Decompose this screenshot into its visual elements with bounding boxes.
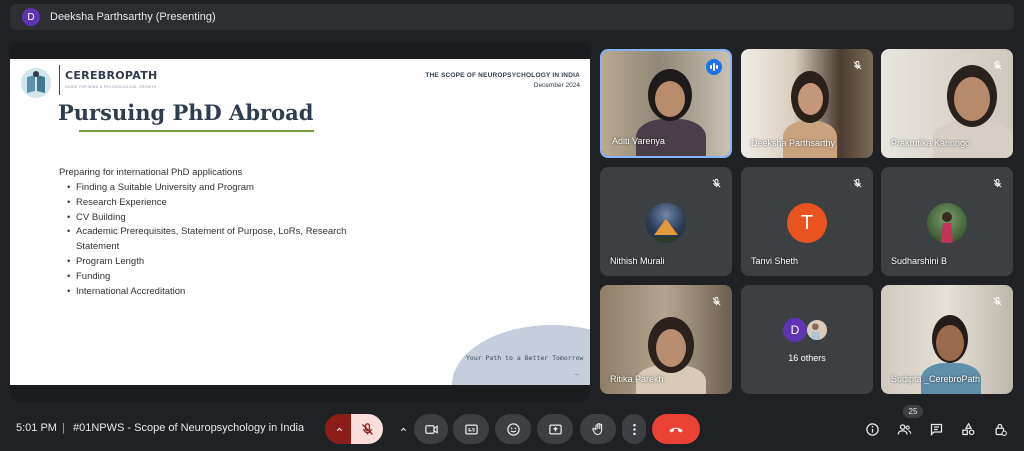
clock: 5:01 PM xyxy=(16,422,57,434)
participant-tile-nithish-murali[interactable]: Nithish Murali xyxy=(600,167,732,276)
activities-button[interactable] xyxy=(958,419,978,439)
title-underline xyxy=(79,130,314,132)
chat-icon xyxy=(930,423,942,436)
slide-bullet: CV Building xyxy=(67,211,387,226)
slide: CEREBROPATH GUIDE FOR MIND & PSYCHOLOGIC… xyxy=(10,59,590,385)
participant-tile-others[interactable]: D 16 others xyxy=(741,285,873,394)
slide-bullet: International Accreditation xyxy=(67,285,387,300)
mic-off-icon xyxy=(989,175,1005,191)
slide-title: Pursuing PhD Abroad xyxy=(58,100,314,125)
participant-name: Sudharshini B xyxy=(891,256,948,266)
avatar: D xyxy=(783,318,807,342)
slide-brand-subtitle: GUIDE FOR MIND & PSYCHOLOGICAL GROWTH xyxy=(65,85,157,89)
participant-name: Aditi Varenya xyxy=(612,136,665,146)
participant-name: Tanvi Sheth xyxy=(751,256,799,266)
people-count-badge: 25 xyxy=(903,405,923,418)
captions-button[interactable] xyxy=(453,414,489,444)
toolbar-separator: | xyxy=(62,422,65,434)
participant-name: Ritika Parekh xyxy=(610,374,664,384)
slide-topic: THE SCOPE OF NEUROPSYCHOLOGY IN INDIA xyxy=(425,72,580,79)
participant-tile-tanvi-sheth[interactable]: T Tanvi Sheth xyxy=(741,167,873,276)
more-vert-icon xyxy=(632,423,636,435)
chevron-up-icon xyxy=(336,427,342,431)
chevron-up-icon xyxy=(400,427,406,431)
mic-off-icon xyxy=(989,293,1005,309)
presentation-stage[interactable]: CEREBROPATH GUIDE FOR MIND & PSYCHOLOGIC… xyxy=(10,41,590,401)
slide-bullet: Finding a Suitable University and Progra… xyxy=(67,181,387,196)
slide-bullet-list: Finding a Suitable University and Progra… xyxy=(67,181,387,299)
participant-name: Deeksha Parthsarthy xyxy=(751,138,836,148)
people-icon xyxy=(897,423,911,435)
slide-bullet: Academic Prerequisites, Statement of Pur… xyxy=(67,225,387,255)
presenter-avatar: D xyxy=(22,8,40,26)
logo-divider xyxy=(59,65,60,95)
participant-tile-prakrutika-kanungo[interactable]: Prakrutika Kanungo xyxy=(881,49,1013,158)
cerebropath-logo-icon xyxy=(21,68,51,98)
slide-bullet: Funding xyxy=(67,270,387,285)
mic-off-icon xyxy=(849,57,865,73)
camera-toggle-button[interactable] xyxy=(414,414,448,444)
slide-footer-dots: ... xyxy=(574,371,580,377)
participant-tile-sudipta-cerebropath[interactable]: Sudipta _CerebroPath xyxy=(881,285,1013,394)
slide-brand: CEREBROPATH xyxy=(65,69,158,82)
host-controls-button[interactable] xyxy=(990,419,1010,439)
present-icon xyxy=(548,424,562,434)
people-button[interactable] xyxy=(894,419,914,439)
participant-name: Prakrutika Kanungo xyxy=(891,138,971,148)
reactions-button[interactable] xyxy=(495,414,531,444)
mic-toggle-button[interactable] xyxy=(351,414,383,444)
video-options-button[interactable] xyxy=(392,414,414,444)
avatar xyxy=(927,203,967,243)
captions-icon xyxy=(464,424,478,434)
audio-options-button[interactable] xyxy=(325,414,353,444)
mic-off-icon xyxy=(989,57,1005,73)
raise-hand-button[interactable] xyxy=(580,414,616,444)
avatar xyxy=(646,203,686,243)
more-options-button[interactable] xyxy=(622,414,646,444)
meeting-toolbar: 5:01 PM | #01NPWS - Scope of Neuropsycho… xyxy=(0,405,1024,451)
presenter-bar: D Deeksha Parthsarthy (Presenting) xyxy=(10,4,1014,30)
avatar: T xyxy=(787,203,827,243)
slide-bullet: Program Length xyxy=(67,255,387,270)
info-icon xyxy=(865,422,879,436)
participant-tile-ritika-parekh[interactable]: Ritika Parekh xyxy=(600,285,732,394)
end-call-icon xyxy=(669,427,683,433)
slide-tagline: Your Path to a Better Tomorrow xyxy=(466,354,584,362)
host-controls-icon xyxy=(995,423,1007,436)
participant-name: Nithish Murali xyxy=(610,256,665,266)
others-count: 16 others xyxy=(788,353,826,363)
emoji-icon xyxy=(506,422,520,436)
activities-icon xyxy=(961,422,974,435)
mic-off-icon xyxy=(849,175,865,191)
leave-call-button[interactable] xyxy=(652,414,700,444)
participant-tile-deeksha-parthsarthy[interactable]: Deeksha Parthsarthy xyxy=(741,49,873,158)
meeting-details-button[interactable] xyxy=(862,419,882,439)
mic-off-icon xyxy=(361,422,373,435)
mic-off-icon xyxy=(708,175,724,191)
chat-button[interactable] xyxy=(926,419,946,439)
slide-intro: Preparing for international PhD applicat… xyxy=(59,167,243,178)
avatar xyxy=(805,318,829,342)
presenter-label: Deeksha Parthsarthy (Presenting) xyxy=(50,11,216,23)
mic-off-icon xyxy=(708,293,724,309)
camera-icon xyxy=(424,424,438,434)
speaking-indicator-icon xyxy=(706,59,722,75)
raise-hand-icon xyxy=(591,422,602,435)
participant-tile-aditi-varenya[interactable]: Aditi Varenya xyxy=(600,49,732,158)
slide-bullet: Research Experience xyxy=(67,196,387,211)
present-now-button[interactable] xyxy=(537,414,573,444)
participant-tile-sudharshini-b[interactable]: Sudharshini B xyxy=(881,167,1013,276)
slide-date: December 2024 xyxy=(533,82,580,89)
participant-name: Sudipta _CerebroPath xyxy=(891,374,981,384)
meeting-title: #01NPWS - Scope of Neuropsychology in In… xyxy=(73,422,305,434)
